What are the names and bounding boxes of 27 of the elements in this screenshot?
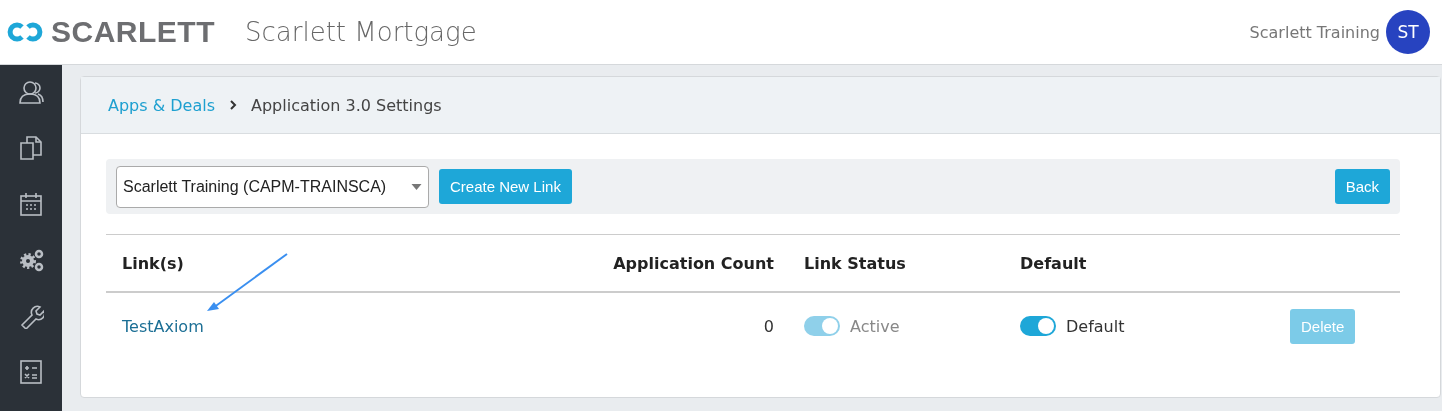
column-header: Link Status xyxy=(804,253,907,273)
user-icon[interactable] xyxy=(18,79,44,105)
default-toggle[interactable] xyxy=(1020,316,1056,336)
breadcrumb-link[interactable]: Apps & Deals xyxy=(108,95,215,115)
calendar-icon[interactable] xyxy=(18,191,44,217)
link-name[interactable]: TestAxiom xyxy=(122,316,204,336)
app-title: Scarlett Mortgage xyxy=(245,17,477,47)
status-label: Active xyxy=(850,316,900,336)
user-name: Scarlett Training xyxy=(1249,22,1380,42)
caret-icon xyxy=(411,183,422,190)
gears-icon[interactable] xyxy=(18,247,44,273)
column-header: Link(s) xyxy=(122,253,185,273)
column-header: Application Count xyxy=(612,253,774,273)
brand-name: SCARLETT xyxy=(51,15,215,49)
table-cell-text: 0 xyxy=(762,316,774,336)
branch-select[interactable]: Scarlett Training (CAPM-TRAINSCA) xyxy=(116,165,429,208)
default-label: Default xyxy=(1066,316,1125,336)
wrench-icon[interactable] xyxy=(18,303,44,329)
chevron-icon xyxy=(229,100,237,110)
back-button[interactable]: Back xyxy=(1334,169,1390,204)
column-header: Default xyxy=(1020,253,1088,273)
documents-icon[interactable] xyxy=(18,135,44,161)
create-link-button[interactable]: Create New Link xyxy=(439,169,572,204)
logo-icon xyxy=(5,21,45,43)
calculator-icon[interactable] xyxy=(18,359,44,385)
user-avatar[interactable]: ST xyxy=(1386,10,1430,54)
breadcrumb-current: Application 3.0 Settings xyxy=(251,95,442,115)
